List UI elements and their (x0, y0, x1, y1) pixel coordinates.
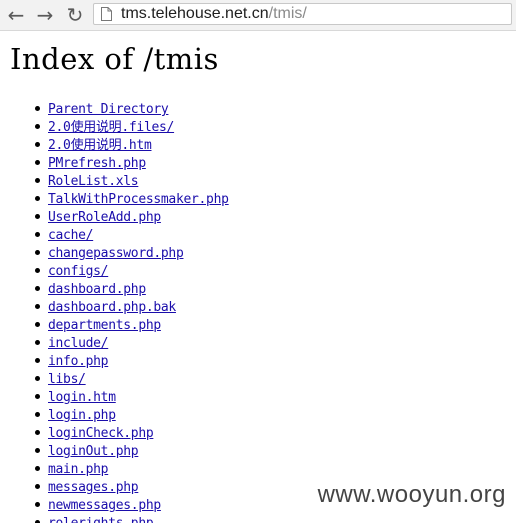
list-item: UserRoleAdd.php (35, 207, 229, 225)
bullet (35, 124, 40, 129)
file-link[interactable]: TalkWithProcessmaker.php (48, 192, 229, 207)
list-item: loginCheck.php (35, 423, 229, 441)
file-link[interactable]: messages.php (48, 480, 139, 495)
list-item: info.php (35, 351, 229, 369)
file-link[interactable]: info.php (48, 354, 109, 369)
list-item: loginOut.php (35, 441, 229, 459)
file-link[interactable]: loginCheck.php (48, 426, 154, 441)
file-link[interactable]: RoleList.xls (48, 174, 139, 189)
file-link[interactable]: 2.0使用说明.htm (48, 138, 152, 153)
list-item: Parent Directory (35, 99, 229, 117)
file-link[interactable]: changepassword.php (48, 246, 184, 261)
list-item: libs/ (35, 369, 229, 387)
list-item: rolerights.php (35, 513, 229, 523)
bullet (35, 322, 40, 327)
list-item: cache/ (35, 225, 229, 243)
bullet (35, 412, 40, 417)
bullet (35, 286, 40, 291)
file-link[interactable]: PMrefresh.php (48, 156, 146, 171)
list-item: 2.0使用说明.files/ (35, 117, 229, 135)
list-item: dashboard.php (35, 279, 229, 297)
bullet (35, 196, 40, 201)
bullet (35, 106, 40, 111)
bullet (35, 232, 40, 237)
list-item: dashboard.php.bak (35, 297, 229, 315)
forward-arrow-icon[interactable]: → (33, 3, 57, 27)
bullet (35, 214, 40, 219)
bullet (35, 268, 40, 273)
file-link[interactable]: login.php (48, 408, 116, 423)
list-item: TalkWithProcessmaker.php (35, 189, 229, 207)
directory-listing: Parent Directory 2.0使用说明.files/2.0使用说明.ht… (35, 99, 229, 523)
reload-icon[interactable]: ↻ (63, 3, 87, 27)
bullet (35, 340, 40, 345)
bullet (35, 448, 40, 453)
list-item: newmessages.php (35, 495, 229, 513)
bullet (35, 502, 40, 507)
bullet (35, 250, 40, 255)
list-item: messages.php (35, 477, 229, 495)
file-link[interactable]: 2.0使用说明.files/ (48, 120, 174, 135)
list-item: PMrefresh.php (35, 153, 229, 171)
bullet (35, 160, 40, 165)
list-item: RoleList.xls (35, 171, 229, 189)
list-item: changepassword.php (35, 243, 229, 261)
watermark: www.wooyun.org (317, 481, 506, 508)
browser-toolbar: ← → ↻ tms.telehouse.net.cn/tmis/ (0, 0, 516, 31)
url-text: tms.telehouse.net.cn/tmis/ (121, 5, 307, 23)
file-link[interactable]: rolerights.php (48, 516, 154, 523)
list-item: login.htm (35, 387, 229, 405)
back-arrow-icon[interactable]: ← (4, 3, 28, 27)
url-host: tms.telehouse.net.cn (121, 5, 269, 22)
file-link[interactable]: cache/ (48, 228, 93, 243)
bullet (35, 394, 40, 399)
file-link[interactable]: login.htm (48, 390, 116, 405)
bullet (35, 178, 40, 183)
page-icon (101, 7, 112, 21)
file-link[interactable]: departments.php (48, 318, 161, 333)
bullet (35, 430, 40, 435)
list-item: departments.php (35, 315, 229, 333)
bullet (35, 466, 40, 471)
file-link[interactable]: libs/ (48, 372, 86, 387)
file-link[interactable]: configs/ (48, 264, 109, 279)
bullet (35, 484, 40, 489)
file-link[interactable]: loginOut.php (48, 444, 139, 459)
file-link[interactable]: newmessages.php (48, 498, 161, 513)
page-title: Index of /tmis (10, 42, 219, 76)
bullet (35, 304, 40, 309)
list-item: login.php (35, 405, 229, 423)
list-item: configs/ (35, 261, 229, 279)
file-link[interactable]: include/ (48, 336, 109, 351)
address-bar[interactable]: tms.telehouse.net.cn/tmis/ (93, 3, 512, 25)
file-link[interactable]: main.php (48, 462, 109, 477)
bullet (35, 142, 40, 147)
file-link[interactable]: dashboard.php.bak (48, 300, 176, 315)
url-path: /tmis/ (268, 5, 307, 22)
list-item: main.php (35, 459, 229, 477)
bullet (35, 376, 40, 381)
file-link[interactable]: dashboard.php (48, 282, 146, 297)
parent-directory-link[interactable]: Parent Directory (48, 102, 169, 117)
file-link[interactable]: UserRoleAdd.php (48, 210, 161, 225)
page-content: Index of /tmis Parent Directory 2.0使用说明.f… (0, 31, 516, 523)
bullet (35, 358, 40, 363)
list-item: include/ (35, 333, 229, 351)
list-item: 2.0使用说明.htm (35, 135, 229, 153)
